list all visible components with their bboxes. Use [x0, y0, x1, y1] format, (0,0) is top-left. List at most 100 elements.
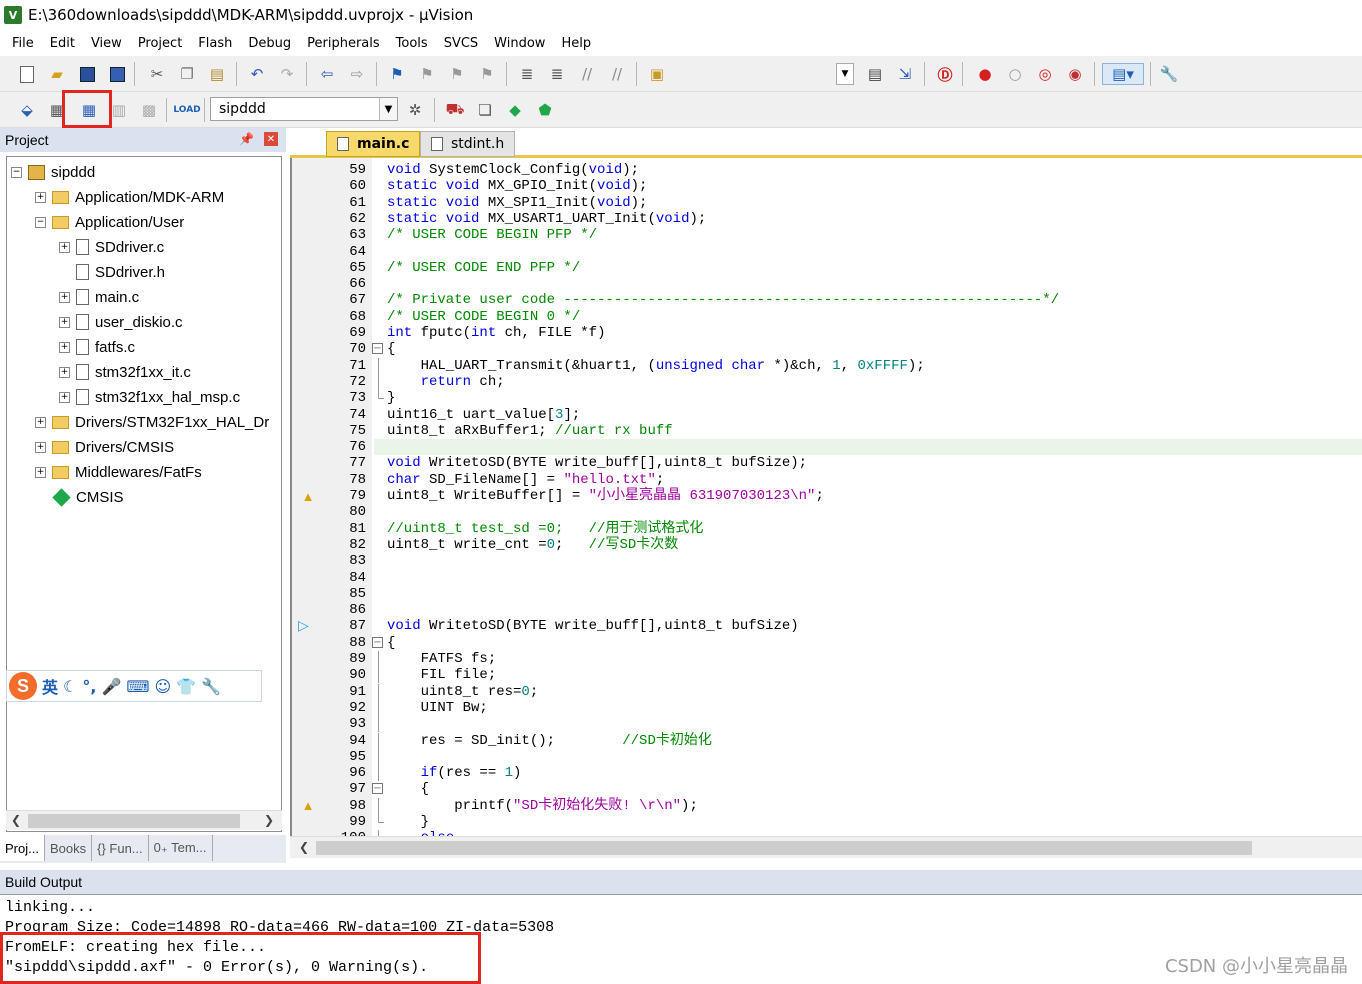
save-all-icon[interactable] — [106, 63, 128, 85]
code-line[interactable]: FIL file; — [387, 667, 497, 683]
code-line[interactable]: static void MX_USART1_UART_Init(void); — [387, 211, 706, 227]
scroll-thumb[interactable] — [28, 814, 240, 828]
pack-installer-icon[interactable]: ⬟ — [534, 99, 556, 121]
code-line[interactable]: } — [387, 814, 429, 830]
code-line[interactable]: uint8_t aRxBuffer1; //uart rx buff — [387, 423, 673, 439]
menu-edit[interactable]: Edit — [42, 36, 83, 51]
close-icon[interactable]: ✕ — [264, 132, 278, 146]
debug-session-icon[interactable]: Ⓓ — [934, 63, 956, 85]
warning-icon[interactable]: ▲ — [300, 489, 316, 504]
code-line[interactable]: /* USER CODE BEGIN PFP */ — [387, 227, 597, 243]
code-line[interactable]: void WritetoSD(BYTE write_buff[],uint8_t… — [387, 455, 807, 471]
configure-icon[interactable]: 🔧 — [1158, 63, 1180, 85]
code-line[interactable]: res = SD_init(); //SD卡初始化 — [387, 733, 712, 749]
tree-item[interactable]: − Application/User — [35, 210, 184, 234]
scroll-left-icon[interactable]: ❮ — [11, 813, 21, 827]
find-in-files-icon[interactable]: ▣ — [646, 63, 668, 85]
navigate-back-icon[interactable]: ⇦ — [316, 63, 338, 85]
expand-toggle-icon[interactable]: + — [59, 316, 70, 328]
panel-tab[interactable]: 0₊ Tem... — [149, 835, 213, 861]
tree-item[interactable]: + SDdriver.c — [59, 235, 164, 259]
expand-toggle-icon[interactable]: + — [59, 291, 70, 303]
manage-components-icon[interactable]: ⛟ — [444, 99, 466, 121]
scroll-right-icon[interactable]: ❯ — [264, 813, 274, 827]
new-file-icon[interactable] — [16, 63, 38, 85]
code-line[interactable]: { — [387, 635, 395, 651]
code-line[interactable]: uint8_t WriteBuffer[] = "小小星亮晶晶 63190703… — [387, 488, 824, 504]
file-extensions-icon[interactable]: ❏ — [474, 99, 496, 121]
find-dropdown-icon[interactable]: ▼ — [836, 63, 854, 85]
editor-tab[interactable]: main.c — [326, 131, 421, 157]
navigate-forward-icon[interactable]: ⇨ — [346, 63, 368, 85]
menu-help[interactable]: Help — [553, 36, 599, 51]
expand-toggle-icon[interactable]: + — [59, 391, 70, 403]
code-line[interactable]: static void MX_SPI1_Init(void); — [387, 195, 647, 211]
panel-tab[interactable]: Books — [45, 835, 93, 861]
code-line[interactable]: uint8_t res=0; — [387, 684, 539, 700]
code-line[interactable]: } — [387, 390, 395, 406]
menu-file[interactable]: File — [4, 36, 42, 51]
code-line[interactable]: void WritetoSD(BYTE write_buff[],uint8_t… — [387, 618, 799, 634]
microphone-icon[interactable]: 🎤 — [101, 677, 121, 696]
fold-marker[interactable]: − — [372, 343, 383, 355]
code-line[interactable]: char SD_FileName[] = "hello.txt"; — [387, 472, 664, 488]
bookmark-icon[interactable]: ⚑ — [386, 63, 408, 85]
target-options-icon[interactable]: ✲ — [404, 99, 426, 121]
expand-toggle-icon[interactable]: + — [59, 341, 70, 353]
project-horizontal-scrollbar[interactable]: ❮ ❯ — [6, 810, 282, 830]
find-icon[interactable]: ▤ — [864, 63, 886, 85]
code-line[interactable]: return ch; — [387, 374, 505, 390]
sogou-logo-icon[interactable]: S — [9, 672, 37, 700]
user-icon[interactable]: ☺ — [154, 677, 171, 696]
manage-rte-icon[interactable]: ◆ — [504, 99, 526, 121]
comment-icon[interactable]: // — [576, 63, 598, 85]
insert-breakpoint-icon[interactable]: ● — [974, 63, 996, 85]
editor-horizontal-scrollbar[interactable]: ❮ — [290, 836, 1362, 858]
menu-flash[interactable]: Flash — [190, 36, 240, 51]
code-line[interactable]: FATFS fs; — [387, 651, 497, 667]
tree-item[interactable]: + stm32f1xx_hal_msp.c — [59, 385, 240, 409]
target-select[interactable]: sipddd ▼ — [210, 97, 398, 121]
code-line[interactable]: printf("SD卡初始化失败! \r\n"); — [387, 798, 698, 814]
code-line[interactable]: int fputc(int ch, FILE *f) — [387, 325, 605, 341]
copy-icon[interactable]: ❐ — [176, 63, 198, 85]
tree-item[interactable]: + main.c — [59, 285, 139, 309]
pin-icon[interactable]: 📌 — [239, 132, 254, 146]
clear-bookmarks-icon[interactable]: ⚑ — [476, 63, 498, 85]
code-editor[interactable]: 59 void SystemClock_Config(void); 60 static… — [290, 158, 1362, 838]
menu-view[interactable]: View — [83, 36, 130, 51]
window-layout-icon[interactable]: ▤▾ — [1102, 63, 1144, 85]
scroll-thumb[interactable] — [316, 841, 1252, 855]
expand-toggle-icon[interactable]: + — [35, 466, 46, 478]
kill-breakpoints-icon[interactable]: ◉ — [1064, 63, 1086, 85]
tree-item[interactable]: SDdriver.h — [59, 260, 165, 284]
keyboard-icon[interactable]: ⌨ — [126, 677, 149, 696]
next-bookmark-icon[interactable]: ⚑ — [446, 63, 468, 85]
expand-toggle-icon[interactable]: + — [35, 191, 46, 203]
code-line[interactable]: uint8_t write_cnt =0; //写SD卡次数 — [387, 537, 678, 553]
language-toggle[interactable]: 英 — [42, 674, 58, 698]
code-line[interactable]: static void MX_GPIO_Init(void); — [387, 178, 647, 194]
code-line[interactable]: UINT Bw; — [387, 700, 488, 716]
warning-icon[interactable]: ▲ — [300, 798, 316, 813]
menu-debug[interactable]: Debug — [240, 36, 299, 51]
code-line[interactable]: { — [387, 781, 429, 797]
scroll-left-icon[interactable]: ❮ — [299, 840, 309, 854]
code-line[interactable]: /* USER CODE BEGIN 0 */ — [387, 309, 580, 325]
code-line[interactable]: HAL_UART_Transmit(&huart1, (unsigned cha… — [387, 358, 925, 374]
save-icon[interactable] — [76, 63, 98, 85]
menu-project[interactable]: Project — [130, 36, 190, 51]
wrench-icon[interactable]: 🔧 — [201, 677, 221, 696]
expand-toggle-icon[interactable]: + — [59, 241, 70, 253]
download-icon[interactable]: LOAD — [173, 99, 200, 121]
open-file-icon[interactable]: ▰ — [46, 63, 68, 85]
editor-tab[interactable]: stdint.h — [420, 131, 516, 157]
prev-bookmark-icon[interactable]: ⚑ — [416, 63, 438, 85]
tree-item[interactable]: + stm32f1xx_it.c — [59, 360, 191, 384]
disable-breakpoints-icon[interactable]: ◎ — [1034, 63, 1056, 85]
tree-item[interactable]: + Drivers/STM32F1xx_HAL_Dr — [35, 410, 269, 434]
expand-toggle-icon[interactable]: + — [35, 441, 46, 453]
skin-icon[interactable]: 👕 — [176, 677, 196, 696]
uncomment-icon[interactable]: // — [606, 63, 628, 85]
redo-icon[interactable]: ↷ — [276, 63, 298, 85]
